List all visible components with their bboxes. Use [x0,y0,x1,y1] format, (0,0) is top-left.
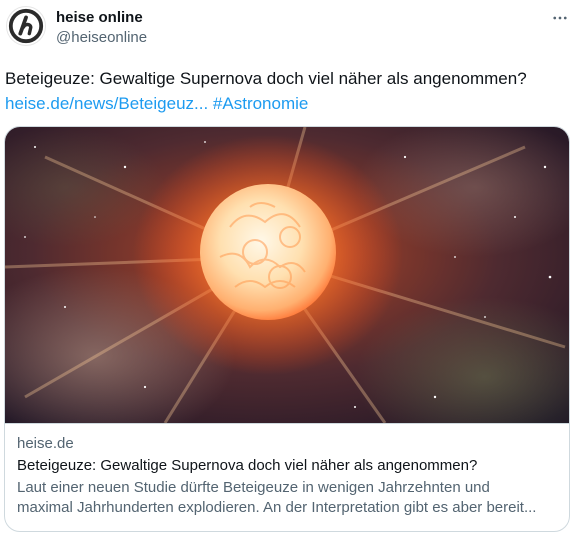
more-options-button[interactable] [548,6,572,30]
supernova-illustration [5,127,569,423]
heise-logo-icon [8,8,44,44]
card-description-line2: maximal Jahrhunderten explodieren. An de… [17,499,537,516]
author-block: heise online @heiseonline [56,8,147,48]
card-description-line1: Laut einer neuen Studie dürfte Beteigeuz… [17,479,490,496]
tweet-text: Beteigeuze: Gewaltige Supernova doch vie… [5,66,575,116]
author-handle[interactable]: @heiseonline [56,28,147,48]
more-dots-icon [553,16,567,20]
card-info[interactable]: heise.de Beteigeuze: Gewaltige Supernova… [5,423,569,531]
card-domain: heise.de [17,435,74,452]
link-preview-card[interactable]: heise.de Beteigeuze: Gewaltige Supernova… [4,126,570,532]
avatar[interactable] [6,6,46,46]
author-display-name[interactable]: heise online [56,8,147,28]
card-title: Beteigeuze: Gewaltige Supernova doch vie… [17,457,478,474]
tweet: heise online @heiseonline Beteigeuze: Ge… [0,0,582,542]
tweet-body: Beteigeuze: Gewaltige Supernova doch vie… [5,69,527,88]
tweet-links-line: heise.de/news/Beteigeuz... #Astronomie [5,91,575,116]
card-image[interactable] [5,127,569,423]
tweet-url-link[interactable]: heise.de/news/Beteigeuz... [5,94,208,113]
hashtag-link[interactable]: #Astronomie [213,94,308,113]
